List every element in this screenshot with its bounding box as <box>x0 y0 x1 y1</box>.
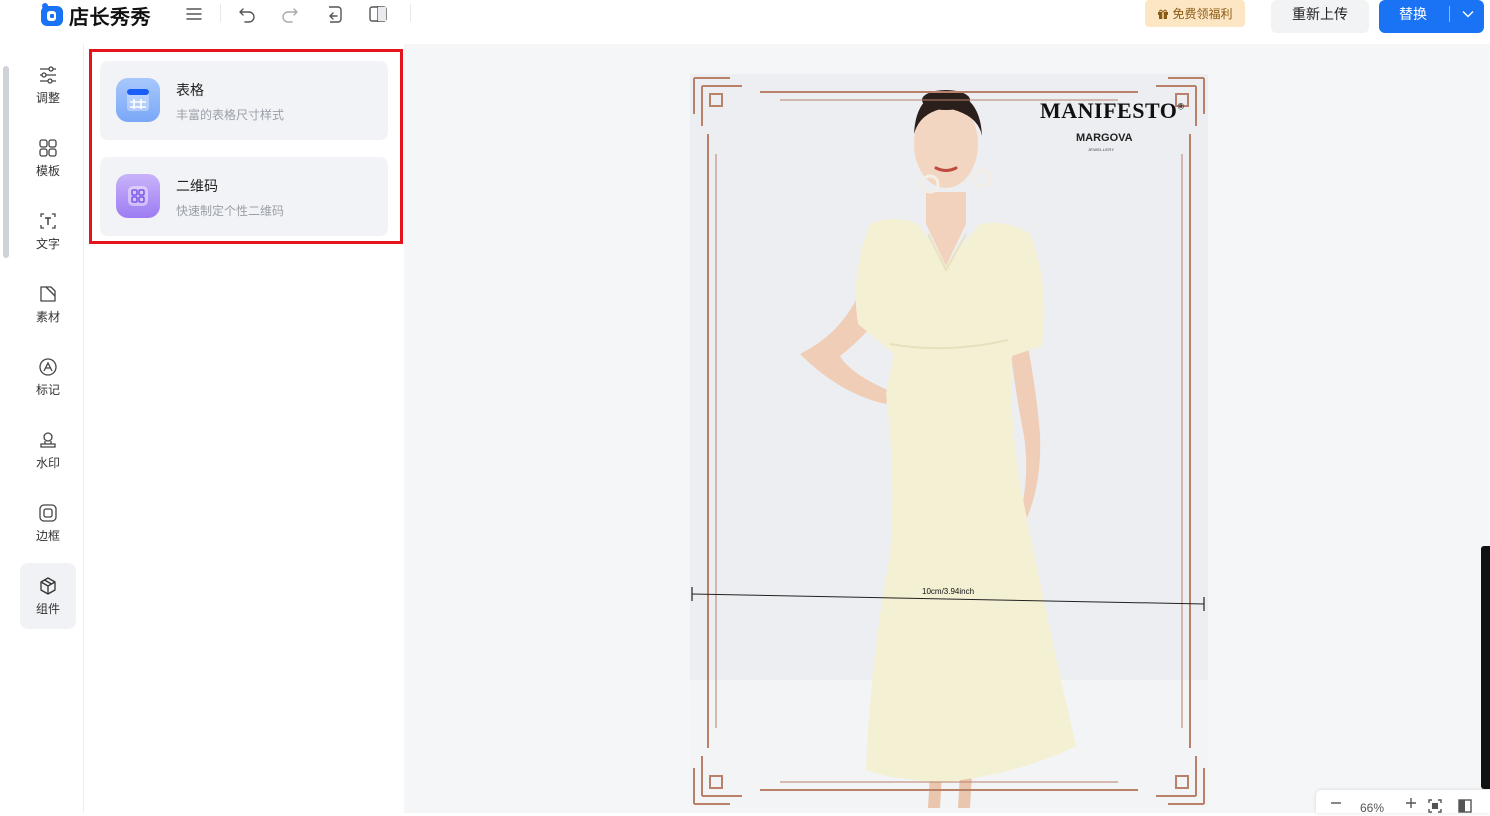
measure-label: 10cm/3.94inch <box>922 587 975 596</box>
sidebar-item-mark[interactable]: 标记 <box>20 348 76 414</box>
sidebar: 调整 模板 文字 素材 标记 水印 边框 组件 <box>12 44 84 813</box>
text-icon <box>37 210 59 232</box>
replace-button[interactable]: 替换 <box>1379 0 1484 33</box>
chevron-down-icon[interactable] <box>1453 0 1483 28</box>
sidebar-item-text[interactable]: 文字 <box>20 202 76 268</box>
toolbar-divider <box>410 4 411 22</box>
replace-label: 替换 <box>1399 6 1427 22</box>
redo-icon[interactable] <box>280 4 300 24</box>
sidebar-item-label: 文字 <box>35 237 60 251</box>
reupload-label: 重新上传 <box>1292 6 1348 22</box>
gift-icon <box>1158 9 1169 19</box>
reupload-button[interactable]: 重新上传 <box>1271 0 1369 33</box>
logo-icon <box>41 3 63 26</box>
menu-icon[interactable] <box>184 4 204 24</box>
highlight-box <box>89 49 403 244</box>
side-tool-strip[interactable] <box>1481 546 1490 789</box>
toolbar-divider <box>220 4 221 22</box>
top-bar: 店长秀秀 免费领福利 重新上传 替换 <box>0 0 1490 45</box>
sub-brand: MARGOVA <box>1076 132 1133 144</box>
sub-brand-tag: JEWELLERY <box>1088 147 1115 152</box>
sidebar-item-border[interactable]: 边框 <box>20 494 76 560</box>
promo-label: 免费领福利 <box>1172 7 1233 21</box>
border-icon <box>37 502 59 524</box>
template-icon <box>37 137 59 159</box>
restore-icon[interactable] <box>324 4 344 24</box>
brand-name: MANIFESTO <box>1040 98 1178 123</box>
sidebar-item-label: 调整 <box>35 91 60 105</box>
zoom-out-icon[interactable] <box>1330 797 1342 812</box>
sidebar-item-label: 水印 <box>35 456 60 470</box>
sidebar-item-material[interactable]: 素材 <box>20 275 76 341</box>
sidebar-item-label: 模板 <box>35 164 60 178</box>
registered-mark: ® <box>1177 101 1185 112</box>
sliders-icon <box>37 64 59 86</box>
zoom-control: 66% <box>1316 790 1490 816</box>
promo-badge[interactable]: 免费领福利 <box>1145 0 1245 27</box>
watermark-icon <box>37 429 59 451</box>
undo-icon[interactable] <box>237 4 257 24</box>
sidebar-item-watermark[interactable]: 水印 <box>20 421 76 487</box>
replace-divider <box>1449 6 1450 22</box>
material-icon <box>37 283 59 305</box>
zoom-in-icon[interactable] <box>1405 797 1417 812</box>
sidebar-item-adjust[interactable]: 调整 <box>20 56 76 122</box>
compare-icon[interactable] <box>368 4 388 24</box>
app-name: 店长秀秀 <box>69 6 151 29</box>
brand-title: MANIFESTO® <box>1040 98 1185 124</box>
sidebar-item-label: 标记 <box>35 383 60 397</box>
sidebar-item-label: 边框 <box>35 529 60 543</box>
sidebar-item-component[interactable]: 组件 <box>20 563 76 629</box>
sidebar-item-template[interactable]: 模板 <box>20 129 76 195</box>
mark-icon <box>37 356 59 378</box>
scrollbar-thumb[interactable] <box>3 66 9 258</box>
component-icon <box>37 575 59 597</box>
fit-screen-icon[interactable] <box>1428 799 1442 816</box>
original-size-icon[interactable] <box>1458 799 1472 816</box>
product-photo[interactable] <box>690 74 1208 808</box>
sidebar-item-label: 素材 <box>35 310 60 324</box>
app-logo[interactable]: 店长秀秀 <box>40 2 151 29</box>
sidebar-item-label: 组件 <box>35 602 60 616</box>
design-canvas[interactable]: MANIFESTO® MARGOVA JEWELLERY 10cm/3.94in… <box>690 74 1208 808</box>
